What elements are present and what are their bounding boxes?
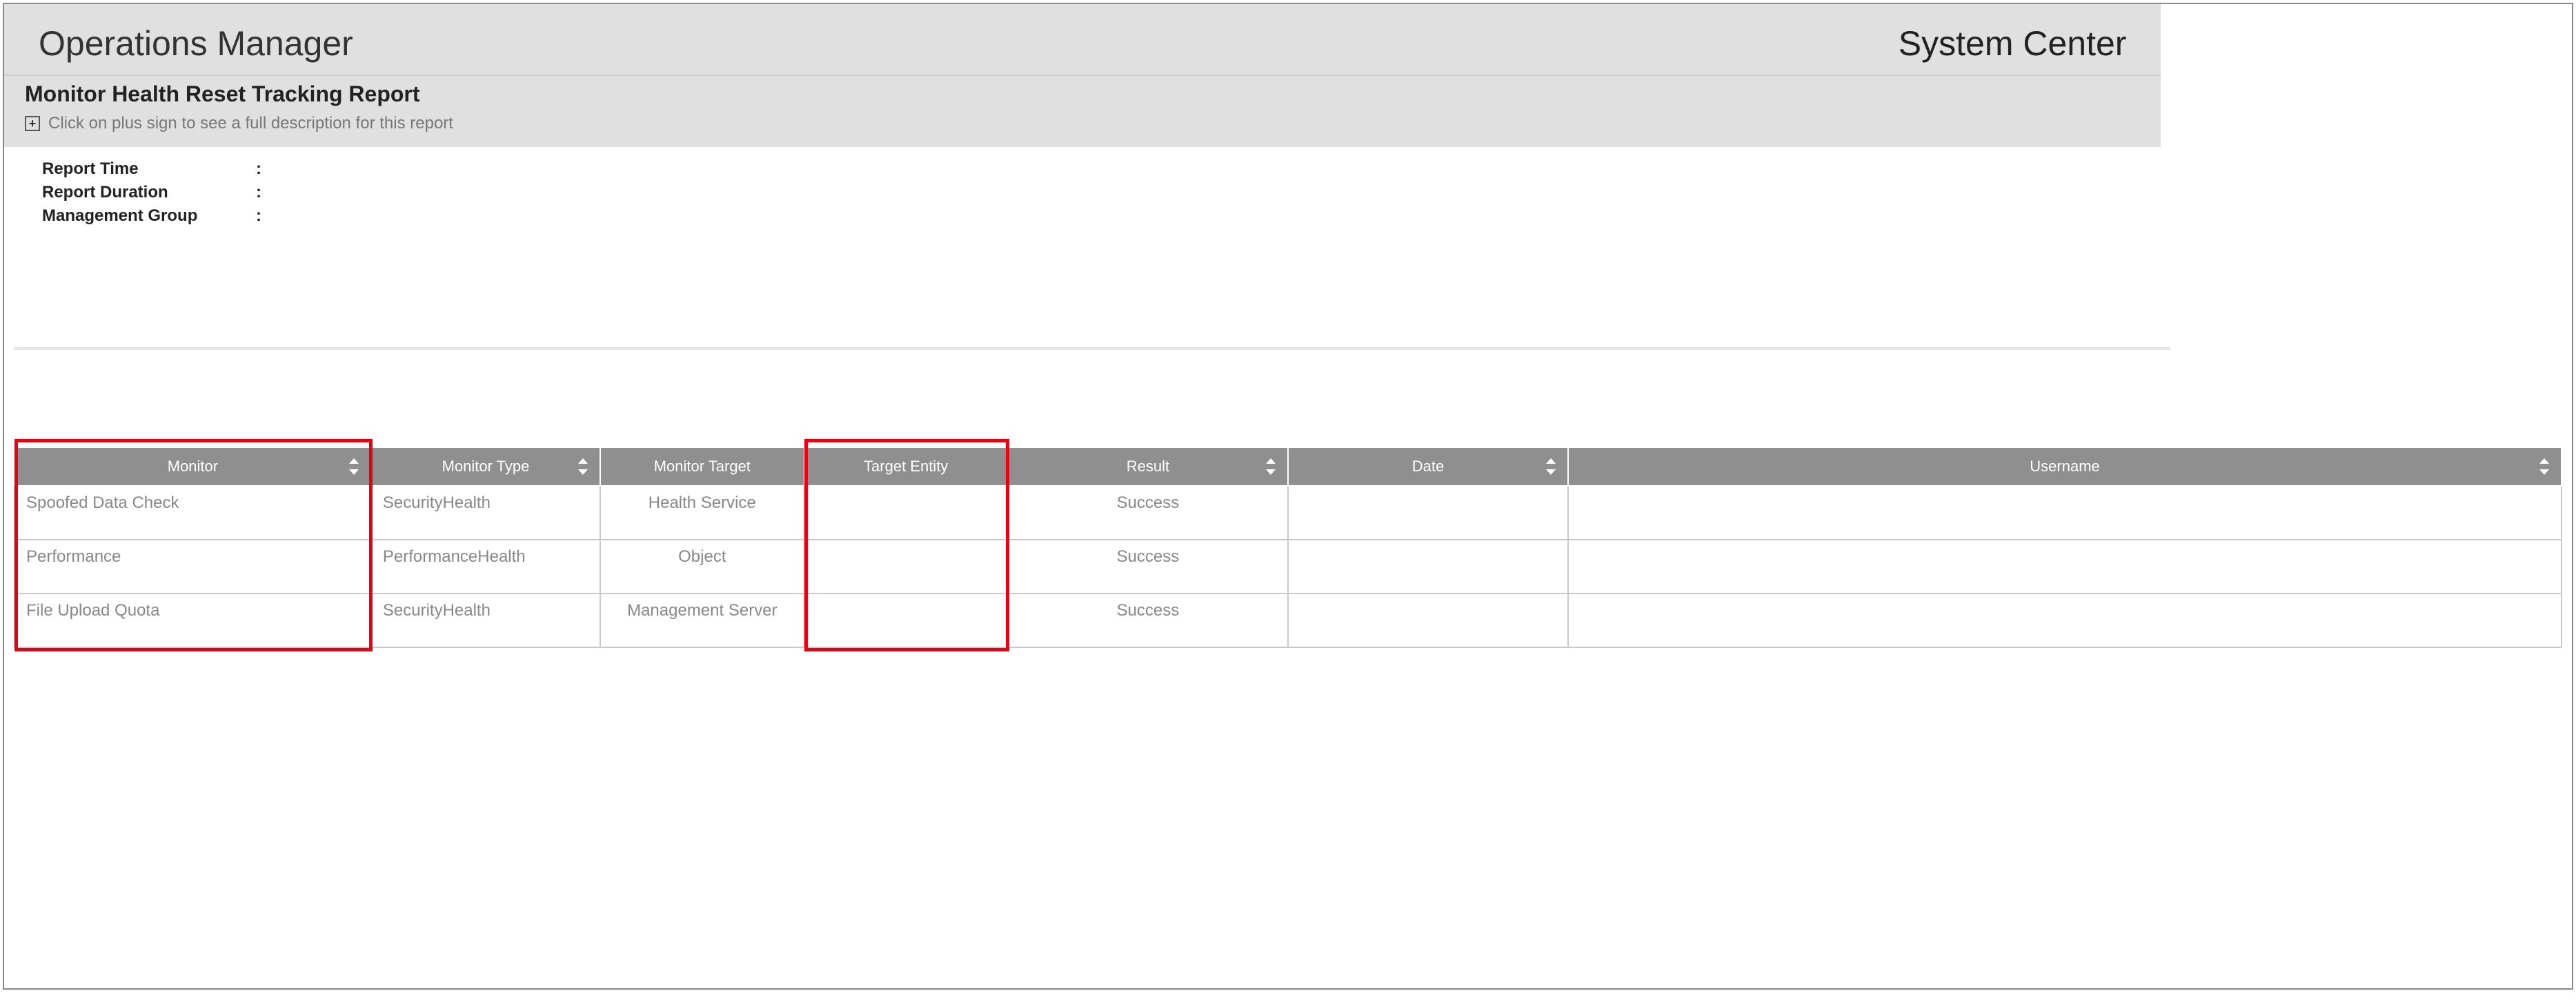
column-header-target_entity: Target Entity [804,447,1008,486]
app-title-left: Operations Manager [39,23,353,63]
cell-monitor: Performance [14,540,371,594]
cell-monitor_target: Health Service [600,486,804,540]
column-header-monitor[interactable]: Monitor [14,447,371,486]
cell-username [1568,594,2562,647]
cell-monitor_type: SecurityHealth [371,486,600,540]
cell-target_entity [804,540,1008,594]
meta-label: Report Time [42,159,256,179]
report-header: Monitor Health Reset Tracking Report + C… [4,75,2161,147]
cell-monitor: File Upload Quota [14,594,371,647]
table-header-row: MonitorMonitor TypeMonitor TargetTarget … [14,447,2562,486]
cell-monitor_type: PerformanceHealth [371,540,600,594]
column-header-monitor_target: Monitor Target [600,447,804,486]
cell-target_entity [804,486,1008,540]
cell-monitor_target: Management Server [600,594,804,647]
section-divider [14,347,2170,350]
table-row: File Upload QuotaSecurityHealthManagemen… [14,594,2562,647]
column-header-result[interactable]: Result [1008,447,1288,486]
cell-result: Success [1008,486,1288,540]
cell-monitor: Spoofed Data Check [14,486,371,540]
cell-date [1288,540,1568,594]
cell-monitor_target: Object [600,540,804,594]
sort-icon[interactable] [576,458,590,475]
column-header-username[interactable]: Username [1568,447,2562,486]
cell-monitor_type: SecurityHealth [371,594,600,647]
sort-icon[interactable] [2537,458,2551,475]
cell-result: Success [1008,594,1288,647]
meta-report-duration: Report Duration : [42,183,2534,202]
table-body: Spoofed Data CheckSecurityHealthHealth S… [14,486,2562,647]
report-title: Monitor Health Reset Tracking Report [25,81,2140,107]
sort-icon[interactable] [1544,458,1558,475]
meta-colon: : [256,183,270,202]
results-table: MonitorMonitor TypeMonitor TargetTarget … [14,447,2562,648]
plus-icon[interactable]: + [25,116,40,131]
cell-username [1568,540,2562,594]
expand-description-row: + Click on plus sign to see a full descr… [25,114,2140,133]
expand-hint-text: Click on plus sign to see a full descrip… [48,114,453,133]
report-window: Operations Manager System Center Monitor… [3,3,2573,990]
table-row: PerformancePerformanceHealthObject Succes… [14,540,2562,594]
app-title-right: System Center [1899,23,2127,63]
sort-icon[interactable] [1264,458,1278,475]
meta-label: Management Group [42,206,256,226]
meta-management-group: Management Group : [42,206,2534,226]
meta-colon: : [256,206,270,226]
report-meta: Report Time : Report Duration : Manageme… [4,147,2572,237]
meta-report-time: Report Time : [42,159,2534,179]
column-header-monitor_type[interactable]: Monitor Type [371,447,600,486]
cell-target_entity [804,594,1008,647]
cell-date [1288,594,1568,647]
column-header-date[interactable]: Date [1288,447,1568,486]
cell-result: Success [1008,540,1288,594]
cell-username [1568,486,2562,540]
meta-colon: : [256,159,270,179]
results-table-wrap: MonitorMonitor TypeMonitor TargetTarget … [4,447,2572,648]
cell-date [1288,486,1568,540]
title-bar: Operations Manager System Center [4,4,2161,75]
table-row: Spoofed Data CheckSecurityHealthHealth S… [14,486,2562,540]
sort-icon[interactable] [347,458,361,475]
meta-label: Report Duration [42,183,256,202]
